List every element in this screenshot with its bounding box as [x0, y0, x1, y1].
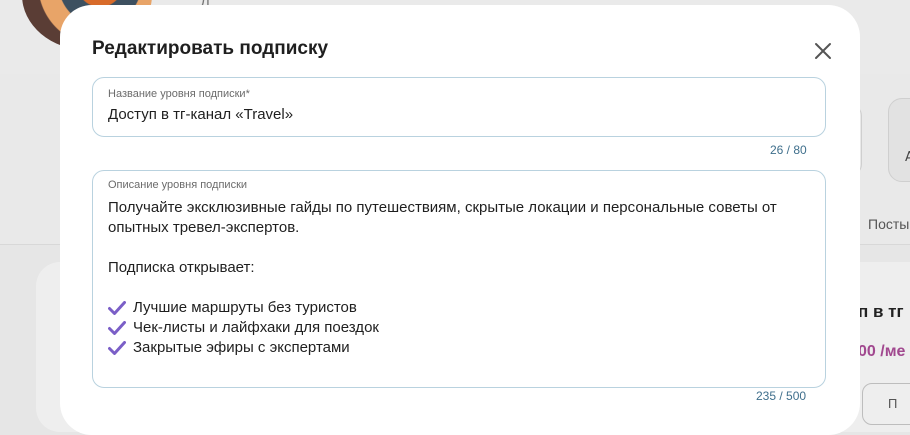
background-tab-posts: Посты — [868, 216, 910, 232]
background-tier-title: п в тг — [858, 302, 904, 321]
tier-description-counter: 235 / 500 — [756, 389, 807, 403]
background-card-letter: А — [905, 150, 910, 165]
check-icon — [108, 321, 126, 335]
list-item: Чек-листы и лайфхаки для поездок — [108, 318, 808, 338]
list-item-text: Закрытые эфиры с экспертами — [133, 339, 350, 356]
background-tier-price: 00 /ме — [858, 343, 906, 360]
close-icon — [815, 43, 831, 59]
edit-subscription-modal: Редактировать подписку Название уровня п… — [60, 5, 860, 435]
list-item: Лучшие маршруты без туристов — [108, 298, 808, 318]
close-button[interactable] — [812, 40, 834, 62]
description-benefits-list: Лучшие маршруты без туристов Чек-листы и… — [108, 298, 808, 358]
tier-description-textarea[interactable]: Получайте эксклюзивные гайды по путешест… — [108, 198, 808, 358]
modal-title: Редактировать подписку — [92, 38, 329, 59]
tier-name-label: Название уровня подписки* — [108, 88, 250, 100]
check-icon — [108, 301, 126, 315]
list-item-text: Лучшие маршруты без туристов — [133, 299, 357, 316]
tier-name-counter: 26 / 80 — [770, 143, 807, 157]
list-item: Закрытые эфиры с экспертами — [108, 338, 808, 358]
tier-name-input[interactable]: Доступ в тг-канал «Travel» — [108, 106, 293, 123]
description-paragraph: Получайте эксклюзивные гайды по путешест… — [108, 199, 777, 236]
tier-description-field[interactable]: Описание уровня подписки Получайте экскл… — [92, 170, 826, 388]
background-tier-button — [862, 383, 910, 425]
list-item-text: Чек-листы и лайфхаки для поездок — [133, 319, 379, 336]
check-icon — [108, 341, 126, 355]
background-card — [888, 98, 910, 182]
description-paragraph: Подписка открывает: — [108, 259, 255, 276]
tier-name-field[interactable]: Название уровня подписки* Доступ в тг-ка… — [92, 77, 826, 137]
tier-description-label: Описание уровня подписки — [108, 179, 248, 191]
background-tier-button-label: П — [888, 396, 898, 411]
